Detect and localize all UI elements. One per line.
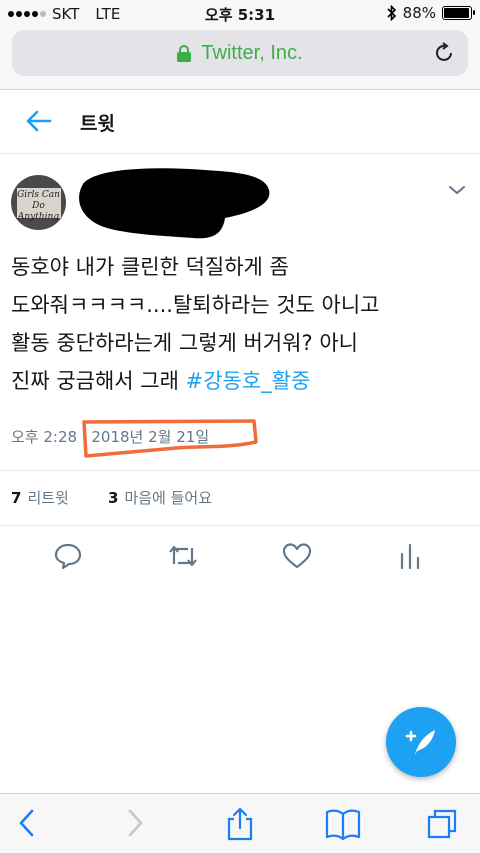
- compose-tweet-button[interactable]: [386, 707, 456, 777]
- tweet-text-segment: 진짜 궁금해서 그래: [11, 369, 186, 393]
- analytics-icon[interactable]: [396, 540, 424, 572]
- battery-icon: [442, 6, 475, 20]
- hashtag-link[interactable]: #강동호_활중: [186, 369, 311, 393]
- chevron-left-icon[interactable]: [16, 806, 38, 840]
- lock-icon: [177, 45, 192, 62]
- book-icon[interactable]: [324, 806, 362, 842]
- chevron-right-icon[interactable]: [124, 806, 146, 840]
- tweet-actions: [0, 540, 480, 580]
- tweet-time: 오후 2:28: [11, 428, 78, 446]
- avatar[interactable]: Girls Can Do Anything: [11, 175, 66, 230]
- bluetooth-icon: [387, 5, 396, 21]
- tabs-icon[interactable]: [426, 806, 460, 842]
- page-title: 트윗: [80, 113, 115, 135]
- tweet-text-line: 활동 중단하라는게 그렇게 버거워? 아니: [11, 331, 358, 355]
- arrow-left-icon[interactable]: [26, 109, 52, 133]
- retweet-count: 7: [11, 489, 22, 507]
- reload-icon[interactable]: [434, 42, 456, 64]
- status-right: 88%: [387, 4, 475, 22]
- url-label: Twitter, Inc.: [201, 41, 303, 64]
- page-header: 트윗: [0, 91, 480, 154]
- redaction-mark: [79, 168, 270, 239]
- address-bar[interactable]: Twitter, Inc.: [12, 30, 468, 76]
- like-label: 마음에 들어요: [124, 489, 213, 507]
- tweet-text-line: 진짜 궁금해서 그래 #강동호_활중: [11, 362, 471, 400]
- chevron-down-icon[interactable]: [448, 184, 466, 196]
- status-bar: SKT LTE 오후 5:31 88%: [0, 0, 480, 28]
- tweet-text-line: 도와줘ㅋㅋㅋㅋ....탈퇴하라는 것도 아니고: [11, 293, 380, 317]
- avatar-text: Girls Can Do Anything: [16, 187, 61, 222]
- retweet-stat[interactable]: 7 리트윗: [11, 487, 69, 508]
- tweet-text-line: 동호야 내가 클린한 덕질하게 좀: [11, 255, 289, 279]
- battery-percent: 88%: [402, 4, 436, 22]
- share-icon[interactable]: [224, 806, 256, 842]
- retweet-label: 리트윗: [27, 489, 69, 507]
- browser-toolbar: Twitter, Inc.: [0, 28, 480, 90]
- retweet-icon[interactable]: [166, 540, 200, 572]
- compose-tweet-icon: [405, 730, 435, 755]
- tweet-text: 동호야 내가 클린한 덕질하게 좀 도와줘ㅋㅋㅋㅋ....탈퇴하라는 것도 아니…: [11, 248, 471, 400]
- like-stat[interactable]: 3 마음에 들어요: [108, 487, 212, 508]
- date-annotation-circle: [82, 419, 258, 458]
- browser-bottom-toolbar: [0, 793, 480, 853]
- battery-level: [444, 8, 469, 18]
- heart-icon[interactable]: [281, 540, 313, 572]
- reply-icon[interactable]: [52, 540, 84, 572]
- tweet-stats: 7 리트윗 3 마음에 들어요: [0, 470, 480, 526]
- like-count: 3: [108, 489, 119, 507]
